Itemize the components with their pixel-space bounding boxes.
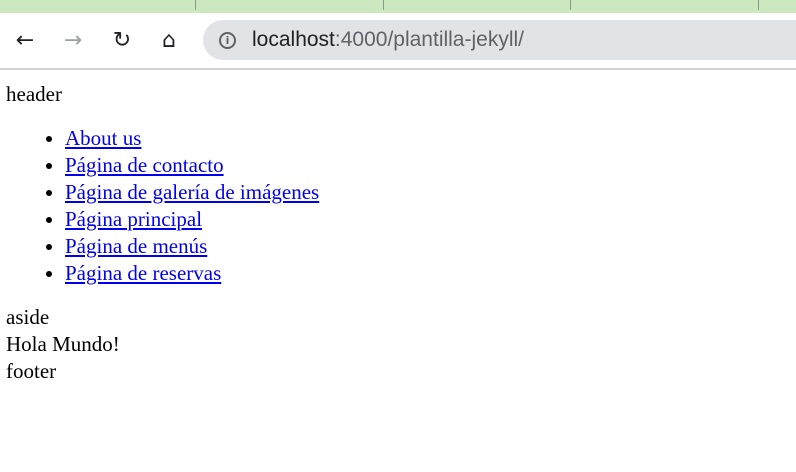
reload-icon[interactable]: ↻ bbox=[107, 25, 137, 55]
main-text: Hola Mundo! bbox=[6, 332, 120, 356]
list-item: About us bbox=[65, 125, 319, 152]
info-icon[interactable]: i bbox=[219, 31, 236, 49]
list-item: Página de reservas bbox=[65, 260, 319, 287]
forward-arrow-icon[interactable]: → bbox=[58, 25, 88, 55]
tab-separator bbox=[570, 0, 571, 10]
aside-text: aside bbox=[6, 305, 50, 329]
nav-list: About us Página de contacto Página de ga… bbox=[6, 125, 319, 287]
link-reservas[interactable]: Página de reservas bbox=[65, 261, 221, 285]
url-host: localhost bbox=[252, 28, 335, 51]
header-text: header bbox=[6, 82, 62, 106]
footer-text: footer bbox=[6, 359, 57, 383]
browser-toolbar: ← → ↻ ⌂ i localhost:4000/plantilla-jekyl… bbox=[0, 13, 796, 70]
list-item: Página de menús bbox=[65, 233, 319, 260]
list-item: Página de galería de imágenes bbox=[65, 179, 319, 206]
page-content: header About us Página de contacto Págin… bbox=[6, 81, 319, 385]
link-galeria[interactable]: Página de galería de imágenes bbox=[65, 180, 319, 204]
tab-strip bbox=[0, 0, 796, 13]
link-menus[interactable]: Página de menús bbox=[65, 234, 207, 258]
home-icon[interactable]: ⌂ bbox=[154, 25, 184, 55]
tab-separator bbox=[383, 0, 384, 10]
link-contacto[interactable]: Página de contacto bbox=[65, 153, 224, 177]
link-about-us[interactable]: About us bbox=[65, 126, 141, 150]
tab-separator bbox=[758, 0, 759, 10]
url-text[interactable]: localhost:4000/plantilla-jekyll/ bbox=[252, 28, 524, 52]
url-path: :4000/plantilla-jekyll/ bbox=[334, 28, 524, 51]
list-item: Página principal bbox=[65, 206, 319, 233]
link-principal[interactable]: Página principal bbox=[65, 207, 202, 231]
back-arrow-icon[interactable]: ← bbox=[10, 25, 40, 55]
list-item: Página de contacto bbox=[65, 152, 319, 179]
address-bar[interactable]: i localhost:4000/plantilla-jekyll/ bbox=[203, 20, 796, 60]
tab-separator bbox=[195, 0, 196, 10]
